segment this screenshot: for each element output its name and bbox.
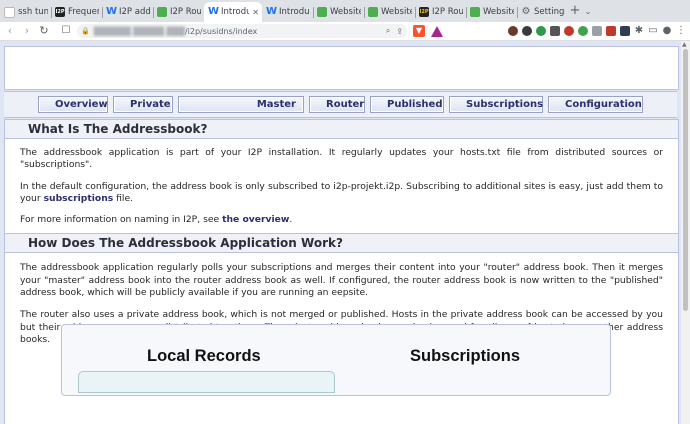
nav-overview-button[interactable]: Overview <box>38 96 108 113</box>
tab-website-3[interactable]: Website <box>466 2 517 22</box>
gear-icon: ⚙ <box>521 6 531 17</box>
local-records-title: Local Records <box>147 347 261 365</box>
tab-search-chevron-icon[interactable]: ⌄ <box>582 2 594 22</box>
puzzle-icon[interactable]: ✱ <box>634 26 644 36</box>
tab-label: Website <box>381 7 412 17</box>
susidns-navbar: Overview Private Master Router Published… <box>4 91 677 118</box>
tab-label: I2P Rout <box>432 7 463 17</box>
url-host: ██████.█████.███ <box>93 26 185 36</box>
tab-strip: ssh tunn I2P Frequen W I2P addr I2P Rout… <box>0 0 690 22</box>
brave-rewards-icon[interactable] <box>431 25 443 37</box>
extension-icon[interactable] <box>536 26 546 36</box>
scroll-up-arrow-icon[interactable]: ▲ <box>682 41 687 48</box>
extension-icon[interactable] <box>620 26 630 36</box>
tab-label: ssh tunn <box>18 7 48 17</box>
tab-introduction-2[interactable]: W Introduct <box>262 2 313 22</box>
paragraph-default-config: In the default configuration, the addres… <box>5 181 678 206</box>
nav-private-button[interactable]: Private <box>113 96 173 113</box>
site-favicon-icon <box>157 7 167 17</box>
scrollbar-thumb[interactable] <box>683 49 688 311</box>
forward-arrow-icon[interactable]: › <box>20 24 34 38</box>
extension-icon[interactable] <box>564 26 574 36</box>
tab-label: Frequen <box>68 7 99 17</box>
profile-icon[interactable]: ● <box>662 26 672 36</box>
extension-icon[interactable] <box>606 26 616 36</box>
menu-icon[interactable]: ⋮ <box>676 26 686 36</box>
extension-icon[interactable] <box>508 26 518 36</box>
brave-shields-icon[interactable]: ▼ <box>413 25 425 37</box>
extensions-area: ✱ ▭ ● ⋮ <box>508 26 686 36</box>
i2p-favicon-icon: I2P <box>55 7 65 17</box>
site-favicon-icon <box>317 7 327 17</box>
paragraph-more-info-text: For more information on naming in I2P, s… <box>20 214 220 226</box>
close-tab-icon[interactable]: ✕ <box>252 8 259 17</box>
section-heading-what-is: What Is The Addressbook? <box>5 119 678 139</box>
extension-icon[interactable] <box>522 26 532 36</box>
nav-published-button[interactable]: Published <box>370 96 444 113</box>
share-icon[interactable]: ⇪ <box>396 27 403 36</box>
w-favicon-icon: W <box>208 6 220 17</box>
site-favicon-icon <box>368 7 378 17</box>
nav-master-button[interactable]: Master <box>178 96 304 113</box>
tab-website-2[interactable]: Website <box>364 2 415 22</box>
page-header-banner <box>4 46 679 90</box>
tab-label: Website <box>330 7 361 17</box>
sidebar-icon[interactable]: ▭ <box>648 26 658 36</box>
site-favicon-icon <box>470 7 480 17</box>
subscriptions-link[interactable]: subscriptions <box>44 193 114 204</box>
w-favicon-icon: W <box>106 6 118 17</box>
page-scrollbar[interactable]: ▲ <box>681 41 690 424</box>
tab-label: I2P Rout <box>170 7 201 17</box>
new-tab-button[interactable]: + <box>568 2 582 22</box>
w-favicon-icon: W <box>266 6 278 17</box>
tab-label: Website <box>483 7 514 17</box>
tab-label: Introdu <box>221 7 250 17</box>
tab-frequently[interactable]: I2P Frequen <box>51 2 102 22</box>
search-icon[interactable]: ⌕ <box>386 26 390 36</box>
nav-subscriptions-button[interactable]: Subscriptions <box>449 96 543 113</box>
paragraph-intro: The addressbook application is part of y… <box>20 147 663 171</box>
browser-toolbar: ‹ › ↻ ☐ 🔒 ██████.█████.███ /i2p/susidns/… <box>0 22 690 41</box>
back-arrow-icon[interactable]: ‹ <box>3 24 17 38</box>
subscriptions-title: Subscriptions <box>410 347 521 365</box>
paragraph-default-config-tail: file. <box>113 192 134 204</box>
nav-configuration-button[interactable]: Configuration <box>548 96 643 113</box>
tab-settings[interactable]: ⚙ Settings <box>517 2 568 22</box>
tab-label: Introduct <box>279 7 310 17</box>
paragraph-how-polls: The addressbook application regularly po… <box>20 262 663 299</box>
tab-ssh-tunnel[interactable]: ssh tunn <box>0 2 51 22</box>
nav-router-button[interactable]: Router <box>309 96 365 113</box>
extension-icon[interactable] <box>578 26 588 36</box>
tab-label: Settings <box>534 7 565 17</box>
address-bar[interactable]: 🔒 ██████.█████.███ /i2p/susidns/index ⌕ … <box>77 24 407 38</box>
extension-icon[interactable] <box>550 26 560 36</box>
section-heading-how-works: How Does The Addressbook Application Wor… <box>5 233 678 254</box>
ssh-favicon-icon <box>4 6 15 18</box>
tab-i2p-addr[interactable]: W I2P addr <box>102 2 153 22</box>
lock-icon: 🔒 <box>81 27 90 35</box>
tab-website-1[interactable]: Website <box>313 2 364 22</box>
url-path: /i2p/susidns/index <box>184 26 258 36</box>
paragraph-more-info-tail: . <box>289 214 293 226</box>
local-records-table <box>78 371 335 393</box>
reload-icon[interactable]: ↻ <box>37 24 51 38</box>
tab-i2p-router-2[interactable]: I2P I2P Rout <box>415 2 466 22</box>
page-viewport: Overview Private Master Router Published… <box>0 41 690 424</box>
tab-introduction-active[interactable]: W Introdu ✕ <box>204 2 262 22</box>
address-books-panel: Local Records Subscriptions <box>61 324 611 396</box>
tab-i2p-router-1[interactable]: I2P Rout <box>153 2 204 22</box>
extension-icon[interactable] <box>592 26 602 36</box>
bookmark-icon[interactable]: ☐ <box>59 24 73 38</box>
i2p-favicon-icon: I2P <box>419 7 429 17</box>
overview-link[interactable]: the overview <box>222 214 289 225</box>
tab-label: I2P addr <box>119 7 150 17</box>
paragraph-more-info: For more information on naming in I2P, s… <box>5 214 678 226</box>
